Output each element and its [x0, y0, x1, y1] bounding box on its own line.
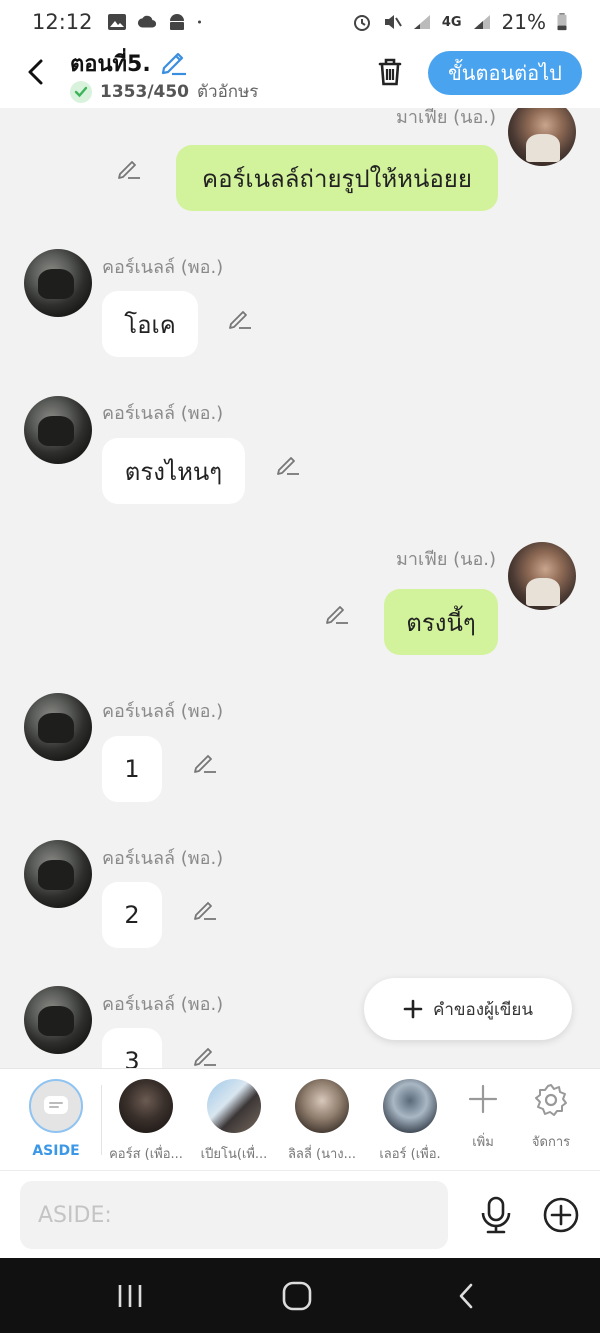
character-item[interactable]: เลอร์ (เพื่อ. [367, 1079, 453, 1164]
input-bar [0, 1170, 600, 1258]
home-icon [282, 1281, 312, 1311]
system-navigation-bar [0, 1258, 600, 1333]
message-bubble[interactable]: ตรงนี้ๆ [384, 589, 498, 655]
author-note-button[interactable]: คำของผู้เขียน [364, 978, 572, 1040]
battery-percent: 21% [501, 10, 546, 34]
speaker-name: คอร์เนลล์ (พอ.) [102, 403, 224, 424]
status-bar: 12:12 4G 21% [0, 0, 600, 44]
character-label: คอร์ส (เพื่อ... [109, 1147, 183, 1162]
aside-avatar [29, 1079, 83, 1133]
message-bubble[interactable]: 1 [102, 736, 162, 802]
character-avatar [295, 1079, 349, 1133]
back-button[interactable] [18, 54, 54, 90]
add-media-icon[interactable] [541, 1195, 581, 1235]
edit-message-icon[interactable] [324, 599, 350, 625]
android-icon [169, 14, 184, 30]
edit-message-icon[interactable] [192, 895, 218, 921]
author-note-label: คำของผู้เขียน [432, 999, 534, 1020]
character-avatar [207, 1079, 261, 1133]
avatar[interactable] [24, 396, 92, 464]
manage-characters-button[interactable]: จัดการ [521, 1083, 581, 1152]
avatar[interactable] [24, 249, 92, 317]
message-bubble[interactable]: ตรงไหนๆ [102, 438, 245, 504]
back-nav-button[interactable] [446, 1278, 486, 1314]
cloud-icon [137, 15, 156, 28]
count-unit: ตัวอักษร [197, 82, 259, 102]
character-label: เลอร์ (เพื่อ. [379, 1147, 441, 1162]
character-aside[interactable]: ASIDE [13, 1079, 99, 1159]
speaker-name: คอร์เนลล์ (พอ.) [102, 994, 224, 1015]
message-bubble[interactable]: 3 [102, 1028, 162, 1068]
message-input[interactable] [20, 1181, 448, 1249]
character-avatar [119, 1079, 173, 1133]
speaker-name: มาเฟีย (นอ.) [396, 108, 497, 128]
next-step-button[interactable]: ขั้นตอนต่อไป [428, 51, 582, 95]
status-right: 4G 21% [352, 10, 568, 34]
speaker-name: มาเฟีย (นอ.) [396, 549, 497, 570]
recent-apps-button[interactable] [110, 1278, 150, 1314]
character-bar: ASIDE คอร์ส (เพื่อ... เปียโน(เพื่... ลิล… [0, 1068, 600, 1170]
back-nav-icon [459, 1283, 473, 1309]
message-bubble[interactable]: โอเค [102, 291, 198, 357]
character-avatar [383, 1079, 437, 1133]
character-item[interactable]: เปียโน(เพื่... [191, 1079, 277, 1164]
mute-icon [384, 15, 402, 29]
edit-message-icon[interactable] [227, 304, 253, 330]
message-bubble[interactable]: 2 [102, 882, 162, 948]
speaker-name: คอร์เนลล์ (พอ.) [102, 701, 224, 722]
network-type: 4G [441, 14, 462, 30]
plus-icon [403, 999, 423, 1019]
edit-message-icon[interactable] [116, 154, 142, 180]
count-value: 1353/450 [100, 81, 190, 102]
character-label: เปียโน(เพื่... [200, 1147, 268, 1162]
edit-message-icon[interactable] [275, 450, 301, 476]
back-arrow-icon [28, 59, 43, 85]
gallery-icon [107, 14, 126, 30]
add-icon [468, 1084, 498, 1114]
chat-bubble-icon [44, 1096, 68, 1114]
delete-icon[interactable] [372, 54, 408, 90]
character-label: ลิลลี่ (นาง... [287, 1147, 357, 1162]
editor-header: ตอนที่5. 1353/450 ตัวอักษร ขั้นตอนต่อไป [0, 44, 600, 108]
edit-title-icon[interactable] [158, 46, 188, 76]
alarm-icon [353, 15, 370, 31]
divider [101, 1085, 102, 1155]
recent-apps-icon [118, 1285, 142, 1307]
dot-icon [197, 20, 201, 24]
message-bubble[interactable]: คอร์เนลล์ถ่ายรูปให้หน่อยย [176, 145, 498, 211]
avatar[interactable] [24, 986, 92, 1054]
avatar[interactable] [24, 693, 92, 761]
edit-message-icon[interactable] [192, 1041, 218, 1067]
character-label: ASIDE [32, 1143, 80, 1159]
character-item[interactable]: ลิลลี่ (นาง... [279, 1079, 365, 1164]
speaker-name: คอร์เนลล์ (พอ.) [102, 848, 224, 869]
manage-label: จัดการ [531, 1135, 571, 1150]
chat-area: มาเฟีย (นอ.) คอร์เนลล์ถ่ายรูปให้หน่อยย ค… [0, 108, 600, 1068]
speaker-name: คอร์เนลล์ (พอ.) [102, 257, 224, 278]
battery-icon [557, 13, 567, 31]
gear-icon [535, 1084, 567, 1116]
home-button[interactable] [277, 1278, 317, 1314]
character-item[interactable]: คอร์ส (เพื่อ... [103, 1079, 189, 1164]
status-left-icons [107, 13, 207, 31]
microphone-icon[interactable] [476, 1195, 516, 1235]
avatar[interactable] [24, 840, 92, 908]
add-character-button[interactable]: เพิ่ม [453, 1083, 513, 1152]
add-label: เพิ่ม [472, 1135, 494, 1150]
edit-message-icon[interactable] [192, 748, 218, 774]
avatar[interactable] [508, 108, 576, 166]
signal-icon [413, 15, 430, 29]
episode-title: ตอนที่5. [70, 52, 151, 77]
avatar[interactable] [508, 542, 576, 610]
status-time: 12:12 [32, 10, 93, 34]
character-count: 1353/450 ตัวอักษร [70, 78, 258, 105]
signal-icon-2 [473, 15, 490, 29]
check-icon [70, 80, 92, 103]
